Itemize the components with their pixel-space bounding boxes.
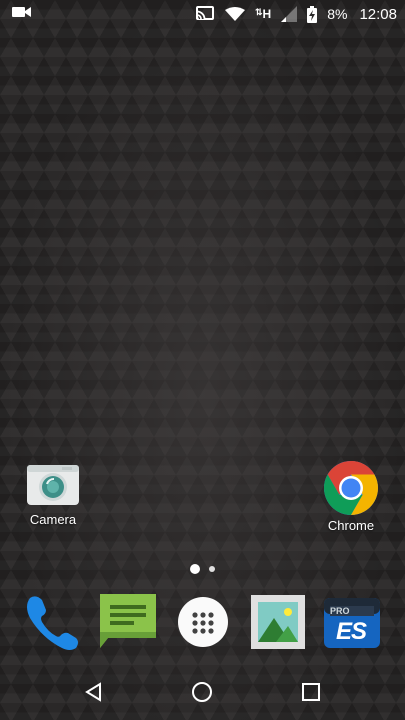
es-logo: ES [336, 618, 367, 645]
video-call-icon [12, 5, 32, 24]
dock-messaging[interactable] [98, 592, 158, 652]
pro-badge: PRO [330, 606, 350, 616]
dock-gallery[interactable] [248, 592, 308, 652]
recents-button[interactable] [291, 672, 331, 712]
back-icon [85, 682, 102, 702]
dock-app-drawer[interactable] [173, 592, 233, 652]
signal-icon [281, 6, 298, 22]
status-bar: ⇅ H 8% 12:08 [0, 0, 405, 28]
dock-es-file-explorer[interactable]: PRO ES [322, 592, 382, 652]
chrome-icon [323, 460, 379, 516]
data-h-icon: ⇅ H [255, 7, 272, 21]
app-camera[interactable]: Camera [13, 462, 93, 527]
navigation-bar [0, 664, 405, 720]
battery-charging-icon [307, 5, 318, 23]
page-dot [209, 566, 215, 572]
gallery-icon [251, 595, 305, 649]
battery-percent: 8% [327, 6, 348, 22]
home-icon [192, 682, 213, 702]
cast-icon [195, 6, 215, 22]
app-label: Camera [29, 512, 77, 527]
phone-icon [27, 596, 78, 650]
page-indicator [0, 564, 405, 574]
clock: 12:08 [359, 5, 397, 23]
camera-icon [26, 462, 80, 506]
recents-icon [301, 683, 320, 701]
page-dot-active [190, 564, 200, 574]
back-button[interactable] [74, 672, 114, 712]
app-drawer-icon [178, 597, 228, 647]
dock-phone[interactable] [22, 592, 82, 652]
app-chrome[interactable]: Chrome [311, 460, 391, 533]
wifi-icon [225, 6, 245, 22]
home-button[interactable] [182, 672, 222, 712]
app-label: Chrome [327, 518, 375, 533]
messaging-icon [100, 594, 156, 648]
